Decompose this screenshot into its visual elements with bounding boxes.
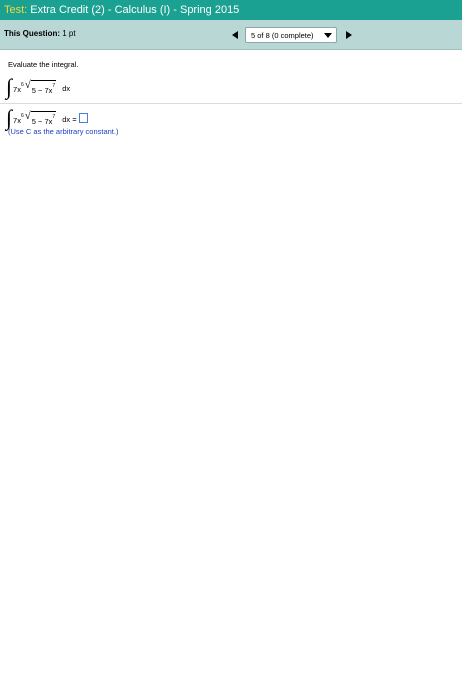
question-selector[interactable]: 5 of 8 (0 complete) [245, 27, 337, 43]
integral-sign: ∫ [6, 105, 13, 130]
constant-hint: (Use C as the arbitrary constant.) [8, 127, 119, 136]
answer-expression: ∫ 7x6 √ 5 − 7x7 dx = [6, 107, 88, 129]
next-arrow-icon [346, 31, 352, 39]
question-bar: This Question: 1 pt 5 of 8 (0 complete) [0, 20, 462, 50]
question-selector-text: 5 of 8 (0 complete) [251, 30, 314, 40]
test-label: Test: [4, 4, 28, 16]
question-points: This Question: 1 pt [4, 29, 76, 38]
integrand-coefficient: 7x6 [13, 113, 24, 125]
dropdown-arrow-icon [324, 33, 332, 38]
question-points-label: This Question: [4, 29, 60, 38]
differential: dx [62, 83, 71, 93]
integral-expression: ∫ 7x6 √ 5 − 7x7 dx [6, 76, 70, 98]
previous-question-button[interactable] [228, 27, 242, 43]
divider [0, 103, 462, 104]
question-points-value: 1 pt [62, 29, 76, 38]
integral-sign: ∫ [6, 74, 13, 99]
test-title: Extra Credit (2) - Calculus (I) - Spring… [30, 4, 240, 16]
integrand-coefficient: 7x6 [13, 82, 24, 94]
differential-equals: dx = [62, 114, 77, 124]
square-root: √ 5 − 7x7 [24, 78, 57, 95]
square-root: √ 5 − 7x7 [24, 109, 57, 126]
question-instruction: Evaluate the integral. [8, 60, 79, 69]
test-title-bar: Test: Extra Credit (2) - Calculus (I) - … [0, 0, 462, 20]
answer-input[interactable] [78, 113, 88, 123]
next-question-button[interactable] [342, 27, 356, 43]
prev-arrow-icon [232, 31, 238, 39]
